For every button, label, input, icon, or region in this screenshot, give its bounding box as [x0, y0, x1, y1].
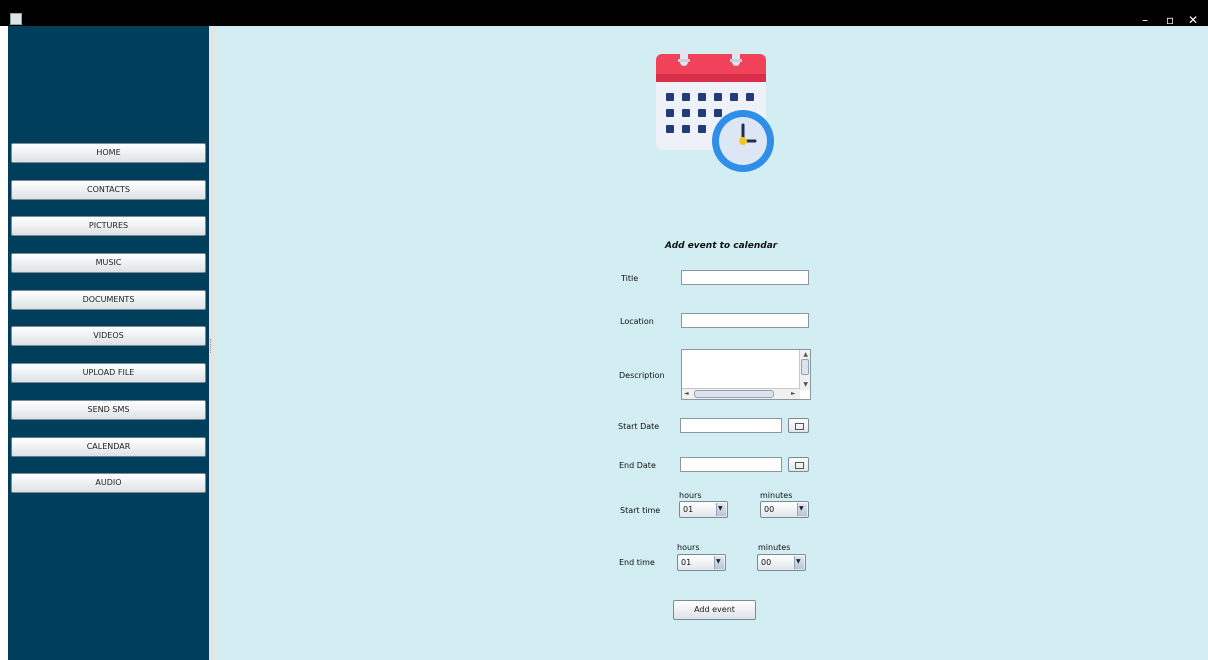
form-heading: Add event to calendar [665, 241, 778, 251]
scroll-right-arrow-icon[interactable]: ► [791, 391, 796, 397]
end-date-picker-button[interactable] [788, 457, 809, 472]
dropdown-arrow-icon: ▼ [716, 503, 726, 516]
scroll-up-arrow-icon[interactable]: ▲ [803, 352, 808, 358]
restore-button[interactable]: ▫ [1166, 14, 1174, 26]
start-minutes-value: 00 [764, 505, 775, 514]
description-textarea[interactable]: ▲ ▼ ◄ ► [681, 349, 811, 400]
nav-documents-button[interactable]: DOCUMENTS [11, 290, 206, 310]
end-hours-select[interactable]: 01 ▼ [677, 554, 726, 571]
start-date-input[interactable] [680, 418, 782, 433]
dropdown-arrow-icon: ▼ [797, 503, 807, 516]
start-hours-value: 01 [683, 505, 694, 514]
close-button[interactable]: ✕ [1188, 14, 1198, 26]
add-event-button[interactable]: Add event [673, 600, 756, 620]
app-icon [10, 13, 22, 25]
vertical-scroll-thumb[interactable] [801, 359, 809, 375]
end-minutes-select[interactable]: 00 ▼ [757, 554, 806, 571]
start-time-label: Start time [620, 506, 661, 515]
sidebar: HOME CONTACTS PICTURES MUSIC DOCUMENTS V… [8, 26, 209, 660]
dropdown-arrow-icon: ▼ [714, 556, 724, 569]
window-title-bar: – ▫ ✕ [0, 0, 1208, 26]
nav-contacts-button[interactable]: CONTACTS [11, 180, 206, 200]
end-hours-value: 01 [681, 558, 692, 567]
calendar-icon [795, 423, 804, 430]
nav-upload-file-button[interactable]: UPLOAD FILE [11, 363, 206, 383]
end-hours-label: hours [677, 543, 700, 552]
scroll-left-arrow-icon[interactable]: ◄ [684, 391, 689, 397]
end-date-label: End Date [619, 461, 656, 470]
title-input[interactable] [681, 270, 809, 285]
dropdown-arrow-icon: ▼ [794, 556, 804, 569]
start-minutes-label: minutes [760, 491, 793, 500]
start-date-label: Start Date [618, 422, 660, 431]
nav-calendar-button[interactable]: CALENDAR [11, 437, 206, 457]
horizontal-scroll-thumb[interactable] [694, 390, 774, 398]
nav-home-button[interactable]: HOME [11, 143, 206, 163]
description-label: Description [619, 371, 665, 380]
divider-grip[interactable] [210, 339, 214, 353]
calendar-icon [795, 462, 804, 469]
title-label: Title [621, 274, 639, 283]
nav-music-button[interactable]: MUSIC [11, 253, 206, 273]
end-minutes-label: minutes [758, 543, 791, 552]
end-date-input[interactable] [680, 457, 782, 472]
location-label: Location [620, 317, 654, 326]
scroll-down-arrow-icon[interactable]: ▼ [803, 382, 808, 388]
start-date-picker-button[interactable] [788, 418, 809, 433]
end-minutes-value: 00 [761, 558, 772, 567]
nav-pictures-button[interactable]: PICTURES [11, 216, 206, 236]
start-minutes-select[interactable]: 00 ▼ [760, 501, 809, 518]
calendar-clock-icon [656, 46, 774, 172]
nav-audio-button[interactable]: AUDIO [11, 473, 206, 493]
main-panel: Add event to calendar Title Location Des… [215, 26, 1208, 660]
start-hours-label: hours [679, 491, 702, 500]
location-input[interactable] [681, 313, 809, 328]
nav-videos-button[interactable]: VIDEOS [11, 326, 206, 346]
start-hours-select[interactable]: 01 ▼ [679, 501, 728, 518]
minimize-button[interactable]: – [1142, 14, 1148, 26]
end-time-label: End time [619, 558, 655, 567]
nav-send-sms-button[interactable]: SEND SMS [11, 400, 206, 420]
